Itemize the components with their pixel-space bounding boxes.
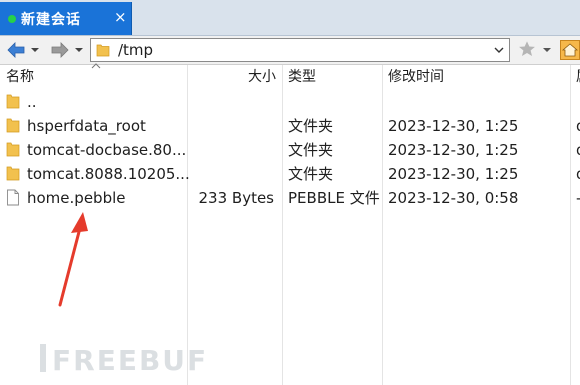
file-name: tomcat-docbase.80... [27,141,187,159]
file-type: 文件夹 [288,165,334,183]
arrow-left-icon[interactable] [6,40,26,60]
folder-icon [6,166,20,181]
connection-status-dot [8,15,16,23]
file-size: 233 Bytes [198,189,275,207]
folder-icon [6,118,20,133]
file-icon [7,189,19,206]
back-history-dropdown-icon[interactable] [30,40,40,60]
sort-ascending-icon [91,63,101,69]
list-item[interactable]: tomcat.8088.10205... 文件夹 2023-12-30, 1:2… [0,162,580,186]
file-permissions: - [576,186,580,210]
navigation-toolbar: /tmp [0,36,580,65]
file-type: 文件夹 [288,141,334,159]
file-name: .. [27,93,37,111]
path-address-bar[interactable]: /tmp [90,38,510,62]
file-modified: 2023-12-30, 1:25 [388,141,519,159]
list-item[interactable]: home.pebble 233 Bytes PEBBLE 文件 2023-12-… [0,186,580,210]
bookmark-dropdown-icon[interactable] [542,47,552,53]
tab-bar: 新建会话 × [0,0,580,36]
folder-icon [6,94,20,109]
list-item[interactable]: hsperfdata_root 文件夹 2023-12-30, 1:25 d [0,114,580,138]
column-permissions-header[interactable]: 属 [576,65,580,90]
file-name: tomcat.8088.10205... [27,165,190,183]
column-size-header[interactable]: 大小 [190,65,276,90]
folder-icon [6,142,20,157]
svg-text:FREEBUF: FREEBUF [52,344,208,377]
file-type: 文件夹 [288,117,334,135]
forward-history-dropdown-icon[interactable] [74,40,84,60]
file-type: PEBBLE 文件 [288,189,380,207]
folder-icon [96,44,110,57]
home-icon[interactable] [560,40,580,60]
column-header-row: 名称 大小 类型 修改时间 属 [0,65,580,90]
file-permissions: d [576,162,580,186]
file-modified: 2023-12-30, 1:25 [388,117,519,135]
list-item-parent-dir[interactable]: .. [0,90,580,114]
file-name: home.pebble [27,189,126,207]
star-icon[interactable] [518,40,536,58]
column-modified-header[interactable]: 修改时间 [388,65,444,90]
file-modified: 2023-12-30, 0:58 [388,189,519,207]
arrow-right-icon[interactable] [50,40,70,60]
freebuf-watermark-logo: FREEBUF [40,344,208,377]
file-modified: 2023-12-30, 1:25 [388,165,519,183]
list-item[interactable]: tomcat-docbase.80... 文件夹 2023-12-30, 1:2… [0,138,580,162]
tab-new-session[interactable]: 新建会话 × [0,2,132,35]
close-tab-icon[interactable]: × [114,7,127,27]
column-type-header[interactable]: 类型 [288,65,316,90]
file-permissions: d [576,138,580,162]
file-permissions: d [576,114,580,138]
chevron-down-icon[interactable] [493,44,505,56]
file-name: hsperfdata_root [27,117,146,135]
current-path: /tmp [118,41,154,59]
tab-title: 新建会话 [21,12,81,28]
column-name-header[interactable]: 名称 [6,65,34,90]
